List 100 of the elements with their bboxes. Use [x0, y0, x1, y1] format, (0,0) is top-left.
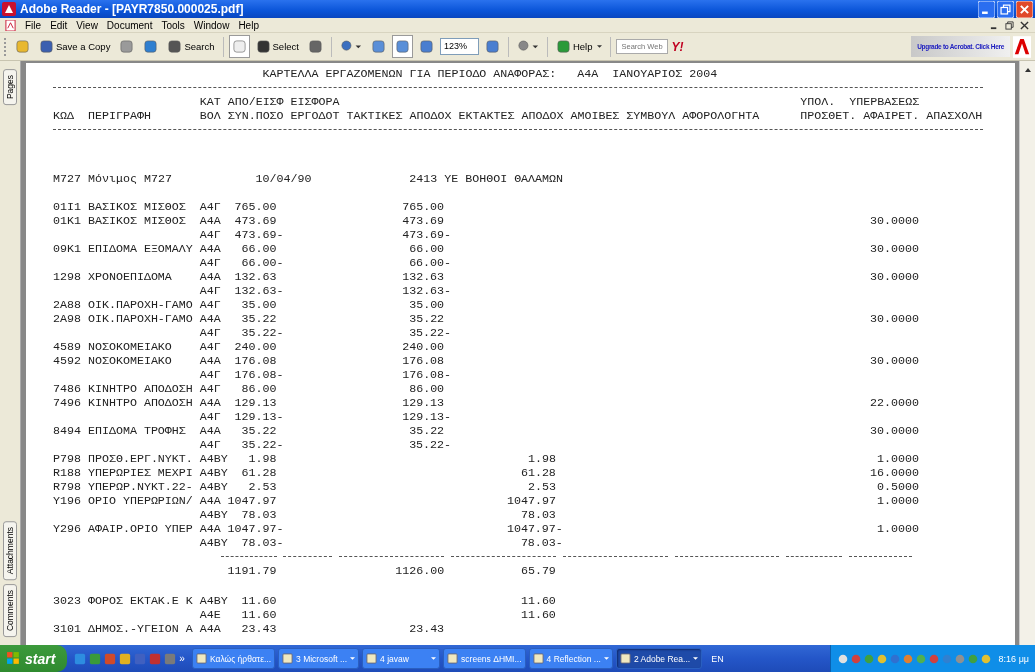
app-icon [2, 2, 16, 16]
close-icon[interactable] [1020, 20, 1029, 30]
table-cell-text: 1.0000 [876, 452, 920, 466]
table-cell-text: 129.13- [233, 410, 284, 424]
table-cell: ΚΙΝΗΤΡΟ ΑΠΟΔΟΣΗ [87, 382, 193, 396]
table-cell-text: 23.43 [408, 622, 446, 636]
table-cell-text: 132.63- [401, 284, 452, 298]
table-cell: Α4ΒΥ [199, 536, 228, 550]
table-cell-text: 132.63 [401, 270, 446, 284]
table-cell-text: 35.22 [408, 312, 446, 326]
table-cell-text: Α4Γ [199, 340, 222, 354]
save-button[interactable]: Save a Copy [36, 36, 114, 57]
menu-item[interactable]: File [25, 19, 42, 31]
table-cell-text: 129.13- [401, 410, 452, 424]
taskbar-button[interactable]: 4 javaw [362, 648, 441, 669]
start-button[interactable]: start [0, 645, 68, 672]
table-cell-text: 61.28 [240, 466, 278, 480]
menu-item[interactable]: Document [106, 19, 153, 31]
table-cell: 01Ι1 [53, 200, 81, 214]
table-cell-text: 35.00 [240, 298, 278, 312]
table-cell-text: 132.63- [233, 284, 284, 298]
table-cell-text: 78.03- [240, 536, 284, 550]
table-cell-text: 30.0000 [869, 354, 920, 368]
quick-launch-icon[interactable] [164, 652, 177, 665]
table-cell-text: 78.03 [240, 508, 278, 522]
quick-launch-icon[interactable] [104, 652, 117, 665]
menu-item[interactable]: View [76, 19, 98, 31]
restore-icon[interactable] [997, 0, 1014, 18]
table-cell: R798 [53, 480, 81, 494]
taskbar-button[interactable]: 2 Adobe Rea... [615, 648, 703, 669]
table-cell-text: Α4Γ [199, 382, 222, 396]
table-cell-text: 35.22- [408, 326, 452, 340]
taskbar-button[interactable]: Καλώς ήρθατε... [191, 648, 276, 669]
table-cell-text: Α4Α [199, 494, 222, 508]
table-cell-text: 129.13 [233, 396, 278, 410]
table-cell-text: ΧΡΟΝΟΕΠΙΔΟΜΑ [87, 270, 173, 284]
zoom-field[interactable]: 123% [439, 38, 479, 55]
table-cell: 01Κ1 [53, 214, 81, 228]
window-icon [282, 653, 294, 664]
taskbar-button[interactable]: screens ΔΗΜΙ... [443, 648, 526, 669]
tray-icon[interactable] [901, 652, 914, 665]
table-cell-text: 1047.97- [505, 522, 563, 536]
language-indicator[interactable]: EN [705, 653, 730, 664]
menu-item[interactable]: Tools [161, 19, 185, 31]
tray-icon[interactable] [927, 652, 940, 665]
tray-icon[interactable] [836, 652, 849, 665]
tray-icon[interactable] [979, 652, 992, 665]
taskbar-button[interactable]: 4 Reflection ... [528, 648, 613, 669]
side-tab[interactable]: Pages [3, 69, 17, 106]
table-cell: Α4ΒΥ [199, 452, 228, 466]
logo-text[interactable]: Y! [671, 39, 684, 54]
table-cell: ΠΡΟΣΘ.ΕΡΓ.ΝΥΚΤ. [87, 452, 193, 466]
table-cell-text: ΝΟΣΟΚΟΜΕΙΑΚΟ [87, 340, 173, 354]
table-cell-text: Α4Α [199, 522, 222, 536]
logo-icon [1013, 35, 1031, 58]
column-header: ΒΟΛ ΣΥΝ.ΠΟΣΟ ΕΡΓΟΔΟΤ ΤΑΚΤΙΚΕΣ ΑΠΟΔΟΧ ΕΚΤΑΚΤΕΣ ΑΠΟΔΟΧ ΑΜΟΙΒΕΣ ΣΥΜΒΟΥΛ ΑΦΟΡΟΛΟΓΗΤΑ [199, 109, 761, 123]
menu-item[interactable]: Help [238, 19, 259, 31]
table-cell: ΚΙΝΗΤΡΟ ΑΠΟΔΟΣΗ [87, 396, 193, 410]
menu-item[interactable]: Window [193, 19, 230, 31]
quick-launch-icon[interactable] [74, 652, 87, 665]
table-cell-text: Α4Α [199, 270, 222, 284]
restore-icon[interactable] [1005, 20, 1014, 30]
side-tab[interactable]: Attachments [3, 520, 17, 580]
table-cell: Y196 [53, 494, 81, 508]
table-cell: ΟΡΙΟ ΥΠΕΡΩΡΙΩΝ/ [87, 494, 193, 508]
quick-launch-icon[interactable] [119, 652, 132, 665]
table-cell-text: 86.00 [408, 382, 446, 396]
table-cell-text: ΒΑΣΙΚΟΣ ΜΙΣΘΟΣ [87, 200, 187, 214]
tray-icon[interactable] [849, 652, 862, 665]
employee-name: Μ727 Μόνιμος Μ727 [53, 172, 173, 186]
cursor-button[interactable]: Select [252, 36, 302, 57]
table-cell: Ρ798 [53, 452, 81, 466]
total-value: 65.79 [519, 564, 557, 578]
total-value: 1126.00 [394, 564, 446, 578]
table-cell: 1047.97- [227, 522, 284, 536]
table-cell-text: 240.00 [233, 340, 278, 354]
side-tab[interactable]: Comments [3, 583, 17, 637]
taskbar-button[interactable]: 3 Microsoft ... [278, 648, 360, 669]
table-cell: ΔΗΜΟΣ.-ΥΓΕΙΟΝ Α [87, 622, 193, 636]
clock: 8:16 μμ [998, 653, 1029, 664]
table-cell-text: 66.00- [240, 256, 284, 270]
table-cell: ΦΟΡΟΣ ΕΚΤΑΚ.Ε Κ [87, 594, 193, 608]
table-cell-text: 66.00 [240, 242, 278, 256]
table-cell-text: ΝΟΣΟΚΟΜΕΙΑΚΟ [87, 354, 173, 368]
window-icon [447, 653, 459, 664]
table-cell-text: Α4Γ [199, 256, 222, 270]
tray-icon[interactable] [888, 652, 901, 665]
help-button[interactable]: Help [552, 36, 606, 57]
column-header: ΠΡΟΣΘΕΤ. ΑΦΑΙΡΕΤ. ΑΠΑΣΧΟΛΗ [800, 109, 984, 123]
table-cell-text: 1.0000 [876, 494, 920, 508]
quick-launch-icon[interactable] [89, 652, 102, 665]
window-icon [619, 653, 631, 664]
overflow-chevron[interactable]: » [179, 653, 185, 664]
tray-icon[interactable] [875, 652, 888, 665]
table-cell: 7496 [53, 396, 81, 410]
table-cell-text: Α4Γ [199, 326, 222, 340]
binoculars-button[interactable]: Search [164, 36, 218, 57]
table-cell-text: 35.22- [240, 438, 284, 452]
table-cell-text: 1047.97 [505, 494, 557, 508]
menu-item[interactable]: Edit [50, 19, 68, 31]
